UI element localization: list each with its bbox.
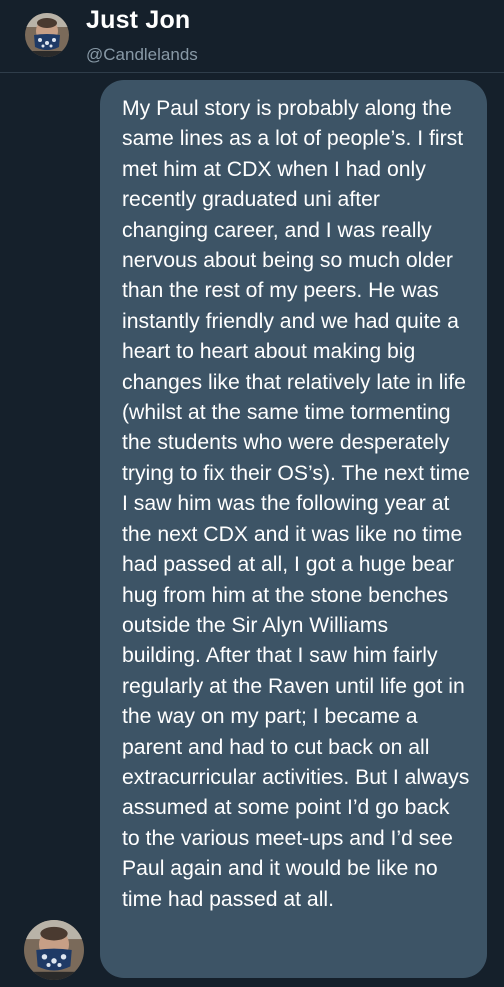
avatar[interactable]: [24, 920, 84, 980]
conversation-header: Just Jon @Candlelands: [0, 0, 504, 73]
profile-photo-icon: [25, 13, 69, 57]
sender-name[interactable]: Just Jon: [86, 6, 190, 35]
message-text: My Paul story is probably along the same…: [122, 97, 470, 911]
avatar[interactable]: [25, 13, 69, 57]
profile-photo-icon: [24, 920, 84, 980]
dm-conversation-screen: Just Jon @Candlelands My Paul story is p…: [0, 0, 504, 987]
message-bubble[interactable]: My Paul story is probably along the same…: [100, 80, 487, 978]
sender-handle[interactable]: @Candlelands: [86, 45, 198, 65]
